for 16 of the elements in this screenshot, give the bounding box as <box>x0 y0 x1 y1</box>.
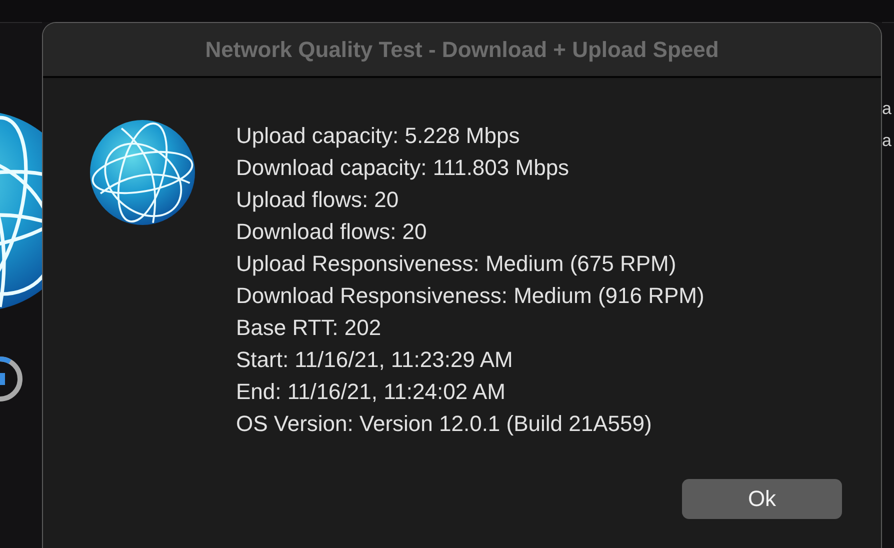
result-line: Upload Responsiveness: Medium (675 RPM) <box>236 250 678 278</box>
result-line: Upload flows: 20 <box>236 186 400 214</box>
background-text: a <box>882 98 892 120</box>
result-line: OS Version: Version 12.0.1 (Build 21A559) <box>236 410 653 438</box>
result-line: Base RTT: 202 <box>236 314 382 342</box>
result-line: Download Responsiveness: Medium (916 RPM) <box>236 282 704 310</box>
result-line: Download capacity: 111.803 Mbps <box>236 154 570 182</box>
result-line: End: 11/16/21, 11:24:02 AM <box>236 378 506 406</box>
globe-app-icon <box>90 120 195 225</box>
background-text: a <box>882 130 892 152</box>
result-line: Start: 11/16/21, 11:23:29 AM <box>236 346 514 374</box>
result-line: Download flows: 20 <box>236 218 428 246</box>
ok-button[interactable]: Ok <box>682 479 842 519</box>
result-line: Upload capacity: 5.228 Mbps <box>236 122 521 150</box>
progress-ring-icon <box>0 355 24 403</box>
window-title: Network Quality Test - Download + Upload Speed <box>205 36 719 62</box>
